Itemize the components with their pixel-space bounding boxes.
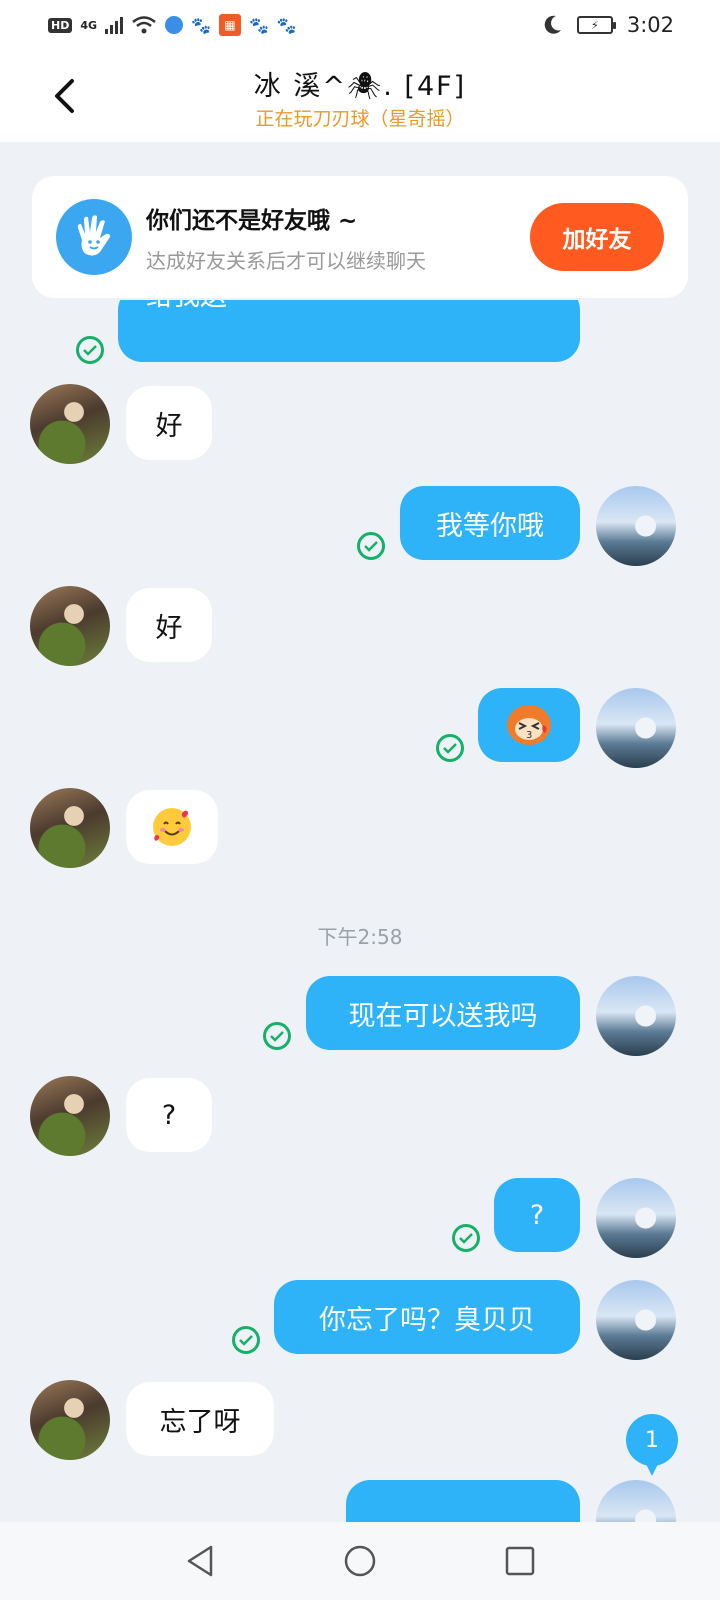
banner-title: 你们还不是好友哦 ~ [146,207,358,234]
message-bubble-theirs[interactable]: 忘了呀 [126,1382,274,1456]
svg-text:3: 3 [526,730,532,741]
contact-avatar[interactable] [30,1380,110,1460]
new-message-badge[interactable]: 1 [626,1414,678,1476]
message-bubble-mine[interactable]: 3 [478,688,580,762]
baidu-paw-icon: 🐾 [191,15,211,35]
message-timestamp: 下午2:58 [317,925,403,949]
banner-texts: 你们还不是好友哦 ~ 达成好友关系后才可以继续聊天 [146,201,426,274]
monkey-sticker-icon: 3 [507,705,551,745]
read-check-icon [232,1326,260,1354]
message-bubble-mine[interactable]: 给我送 [118,300,580,362]
smiling-hearts-emoji-icon [153,808,191,846]
message-text: 好 [155,612,183,644]
status-left: HD 4G 🐾 ▦ 🐾 🐾 [48,14,297,36]
message-list[interactable]: 给我送 好 我等你哦 好 3 下午2:58 现在可以送我吗 ? ? 你忘了吗？臭… [0,300,720,1522]
square-recent-icon [505,1546,535,1576]
message-text: 给我送 [146,300,227,313]
message-bubble-theirs[interactable]: 好 [126,588,212,662]
message-text: 忘了呀 [159,1406,241,1438]
system-nav-bar [0,1522,720,1600]
my-avatar[interactable] [596,976,676,1056]
status-right: ⚡ 3:02 [541,13,674,37]
moon-icon [544,15,561,34]
orange-app-icon: ▦ [218,14,241,36]
chat-subtitle: 正在玩刀刃球（星奇摇） [255,108,465,130]
message-text: ? [161,1099,177,1131]
wifi-icon [132,16,156,34]
message-bubble-mine[interactable]: 你忘了吗？臭贝贝 [274,1280,580,1354]
message-bubble-mine[interactable]: 我等你哦 [400,486,580,560]
nav-recent-button[interactable] [500,1541,540,1581]
my-avatar[interactable] [596,688,676,768]
message-text: 你忘了吗？臭贝贝 [319,1304,535,1336]
status-bar: HD 4G 🐾 ▦ 🐾 🐾 ⚡ 3:02 [0,0,720,50]
contact-avatar[interactable] [30,586,110,666]
browser-app-icon [165,16,184,34]
network-type: 4G [80,18,98,32]
read-check-icon [263,1022,291,1050]
add-friend-button[interactable]: 加好友 [530,203,664,271]
nav-back-button[interactable] [180,1541,220,1581]
triangle-back-icon [187,1545,213,1577]
not-friends-banner: 你们还不是好友哦 ~ 达成好友关系后才可以继续聊天 加好友 [32,176,688,298]
message-text: 我等你哦 [436,510,544,542]
read-check-icon [76,336,104,364]
hand-wave-icon [56,199,132,275]
message-bubble-mine[interactable]: ? [494,1178,580,1252]
clock: 3:02 [626,13,674,37]
message-bubble-theirs[interactable]: 好 [126,386,212,460]
message-text: ? [529,1199,545,1231]
battery-icon: ⚡ [576,16,616,34]
message-bubble-theirs[interactable] [126,790,218,864]
my-avatar[interactable] [596,1480,676,1522]
baidu-paw-icon-3: 🐾 [276,15,297,35]
message-bubble-mine-partial[interactable] [346,1480,580,1522]
circle-home-icon [344,1545,376,1577]
nav-home-button[interactable] [340,1541,380,1581]
message-bubble-mine[interactable]: 现在可以送我吗 [306,976,580,1050]
read-check-icon [436,734,464,762]
message-text: 好 [155,410,183,442]
my-avatar[interactable] [596,1178,676,1258]
contact-avatar[interactable] [30,384,110,464]
my-avatar[interactable] [596,1280,676,1360]
signal-icon [105,16,124,34]
hd-indicator: HD [48,17,73,33]
message-text: 现在可以送我吗 [348,1000,538,1032]
chat-header: 冰 溪^🕷. [4F] 正在玩刀刃球（星奇摇） [0,50,720,142]
baidu-paw-icon-2: 🐾 [248,15,269,35]
read-check-icon [452,1224,480,1252]
contact-avatar[interactable] [30,1076,110,1156]
chat-title[interactable]: 冰 溪^🕷. [4F] [0,64,720,103]
message-bubble-theirs[interactable]: ? [126,1078,212,1152]
my-avatar[interactable] [596,486,676,566]
banner-subtitle: 达成好友关系后才可以继续聊天 [146,248,426,273]
contact-avatar[interactable] [30,788,110,868]
read-check-icon [357,532,385,560]
